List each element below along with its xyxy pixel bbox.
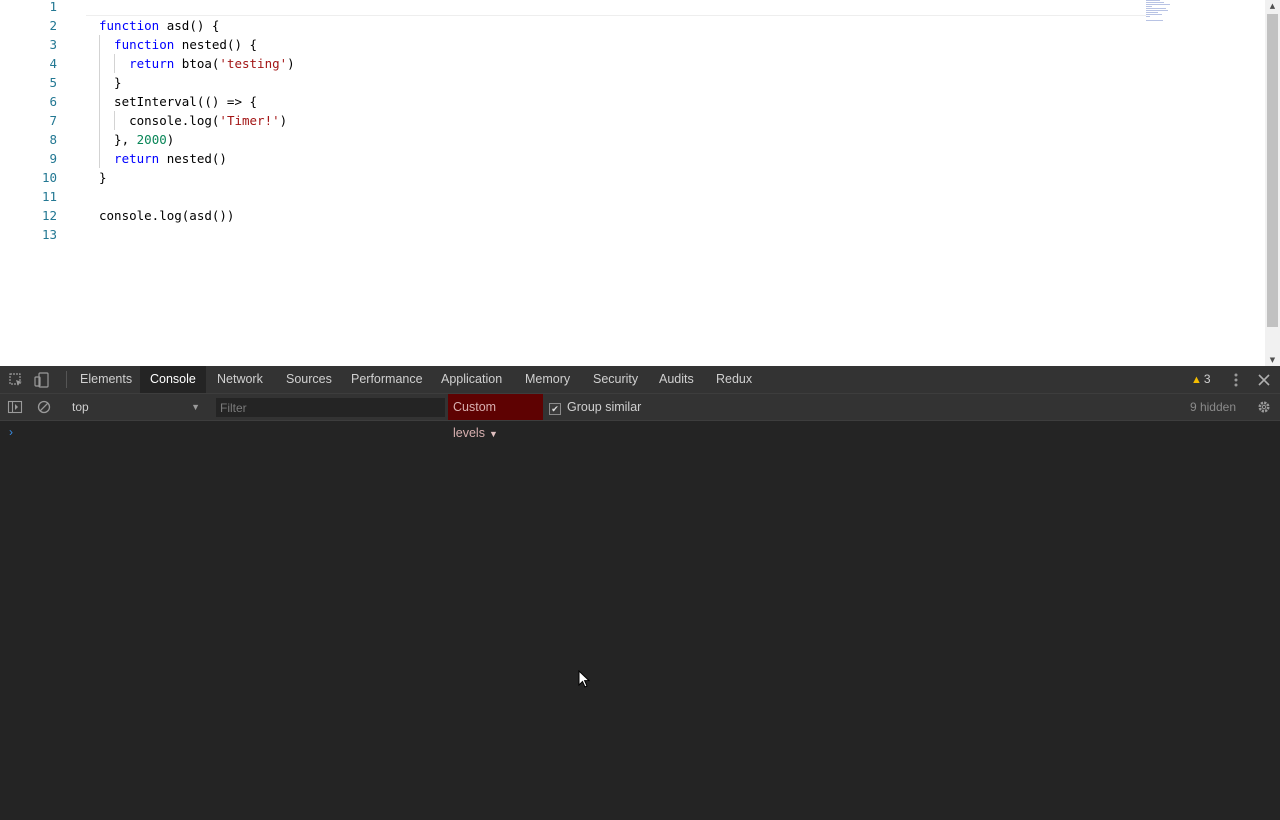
code-token: }, [99,132,137,147]
code-line[interactable]: console.log('Timer!') [99,111,1140,130]
code-token: } [99,170,107,185]
devtools-tabbar: Elements Console Network Sources Performance… [0,366,1280,394]
line-number: 4 [49,56,57,71]
code-token: ) [287,56,295,71]
minimap[interactable] [1146,0,1186,30]
chevron-down-icon: ▼ [191,402,200,412]
code-line[interactable]: function nested() { [99,35,1140,54]
inspect-element-icon[interactable] [8,372,24,388]
tab-memory[interactable]: Memory [515,366,580,393]
code-token: 2000 [136,132,167,147]
code-line[interactable] [99,187,1140,206]
code-line[interactable]: }, 2000) [99,130,1140,149]
editor-scrollbar[interactable]: ▲ ▼ [1265,0,1280,366]
context-selector[interactable]: top ▼ [66,397,206,417]
scrollbar-thumb[interactable] [1267,14,1278,327]
code-line[interactable]: setInterval(() => { [99,92,1140,111]
code-token: } [99,75,122,90]
line-number: 10 [41,170,57,185]
code-token: 'Timer!' [219,113,280,128]
tab-elements[interactable]: Elements [70,366,142,393]
code-token: return [99,56,175,71]
tab-sources[interactable]: Sources [276,366,342,393]
clear-console-icon[interactable] [36,399,52,415]
line-number: 9 [49,151,57,166]
line-number: 2 [49,18,57,33]
warnings-counter[interactable]: ▲ 3 [1191,366,1211,393]
code-token: setInterval(() => { [99,94,258,109]
code-token: ) [279,113,288,128]
hidden-messages-count: 9 hidden [1189,400,1236,414]
show-sidebar-icon[interactable] [7,399,23,415]
scroll-down-arrow-icon[interactable]: ▼ [1265,354,1280,366]
code-token: nested() { [174,37,258,52]
console-prompt[interactable]: › [9,425,13,439]
tab-redux[interactable]: Redux [706,366,762,393]
code-token: function [99,37,175,52]
code-token: asd() { [159,18,220,33]
close-icon[interactable] [1256,372,1272,388]
line-number: 11 [41,189,57,204]
indent-guide [114,111,115,130]
tab-network[interactable]: Network [207,366,273,393]
code-editor[interactable]: 1 2 3 4 5 6 7 8 9 10 11 12 13 function asd() { funct… [0,0,1280,366]
indent-guide [114,54,115,73]
code-line[interactable] [99,0,1140,16]
console-toolbar: top ▼ Custom levels▼ ✔Group similar 9 hi… [0,394,1280,440]
line-number: 6 [49,94,57,109]
code-content[interactable]: function asd() { function nested() { ret… [99,0,1140,244]
devtools-panel: Elements Console Network Sources Performance… [0,366,1280,820]
more-options-icon[interactable] [1228,372,1244,388]
code-token: btoa( [174,56,220,71]
code-line[interactable]: function asd() { [99,16,1140,35]
code-token: ) [166,132,175,147]
line-number: 7 [49,113,57,128]
code-line[interactable]: return nested() [99,149,1140,168]
toolbar-divider [66,371,67,388]
scroll-up-arrow-icon[interactable]: ▲ [1265,0,1280,12]
code-token: console.log(asd()) [99,208,235,223]
mouse-cursor-icon [578,670,591,688]
log-levels-dropdown[interactable]: Custom levels ▼ [448,394,543,440]
code-line[interactable]: } [99,73,1140,92]
code-token: nested() [159,151,227,166]
group-similar-checkbox[interactable]: ✔ [549,403,561,415]
line-number: 3 [49,37,57,52]
line-number-gutter: 1 2 3 4 5 6 7 8 9 10 11 12 13 [0,0,57,244]
code-line[interactable]: } [99,168,1140,187]
code-line[interactable] [99,225,1140,244]
tab-security[interactable]: Security [583,366,648,393]
tab-console[interactable]: Console [140,366,206,393]
tab-application[interactable]: Application [431,366,512,393]
device-toolbar-icon[interactable] [34,372,50,388]
code-line[interactable]: console.log(asd()) [99,206,1140,225]
line-number: 1 [49,0,57,14]
tab-audits[interactable]: Audits [649,366,704,393]
code-token: function [99,18,160,33]
line-number: 12 [41,208,57,223]
line-number: 8 [49,132,57,147]
code-token: 'testing' [219,56,288,71]
line-number: 5 [49,75,57,90]
code-line[interactable]: return btoa('testing') [99,54,1140,73]
indent-guide [99,35,100,168]
warning-icon: ▲ [1191,374,1202,386]
line-number: 13 [41,227,57,242]
gear-icon[interactable] [1256,399,1272,415]
code-token: console.log( [99,113,220,128]
console-output-area[interactable]: › [0,421,1280,820]
group-similar-toggle[interactable]: ✔ Group similar [549,394,641,420]
tab-performance[interactable]: Performance [341,366,433,393]
code-token: return [99,151,160,166]
filter-input[interactable] [216,398,445,417]
